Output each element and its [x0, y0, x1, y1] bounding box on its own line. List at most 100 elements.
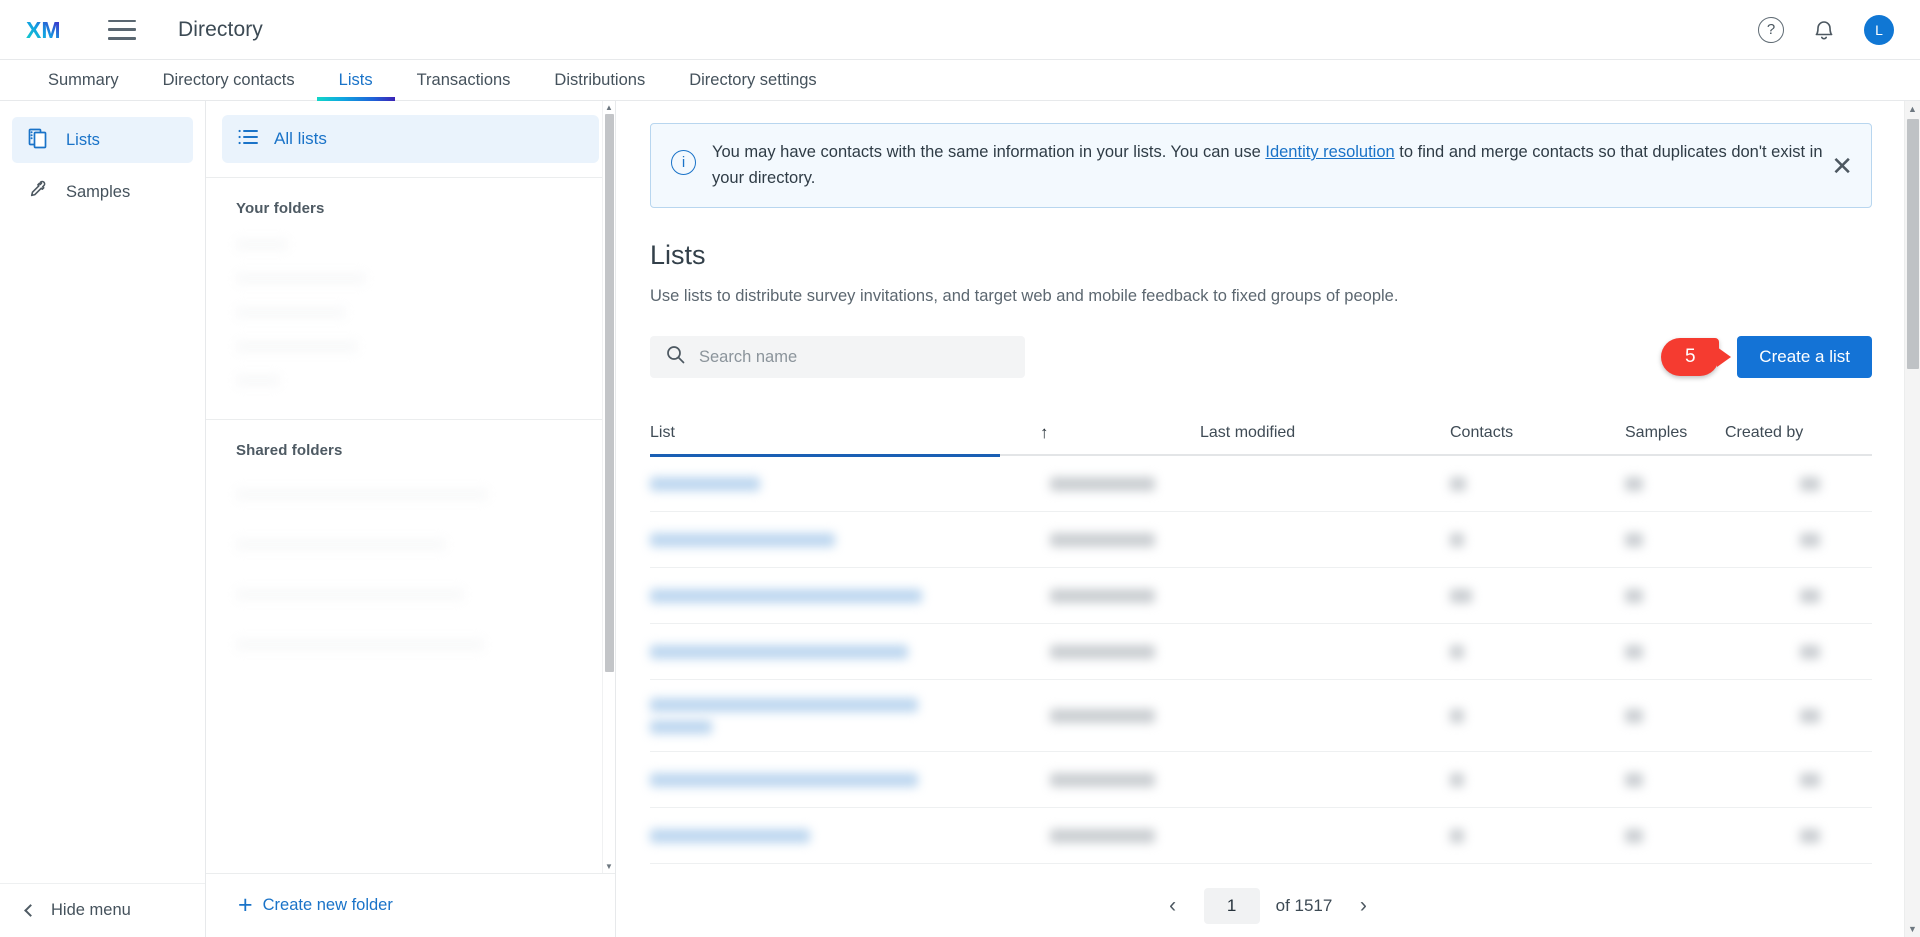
folder-name-redacted: [236, 237, 288, 251]
created-by-redacted: [1800, 708, 1820, 723]
notifications-bell-icon[interactable]: [1812, 17, 1836, 43]
table-row[interactable]: [650, 568, 1872, 625]
page-scroll-down-icon[interactable]: ▼: [1905, 921, 1920, 937]
tab-lists[interactable]: Lists: [316, 60, 395, 101]
cell-modified: [1050, 644, 1450, 659]
column-header-contacts[interactable]: Contacts: [1450, 424, 1625, 442]
column-header-samples[interactable]: Samples: [1625, 424, 1725, 442]
list-name-redacted: [650, 697, 918, 712]
cell-list[interactable]: [650, 532, 1050, 547]
main-inner: i You may have contacts with the same in…: [616, 123, 1920, 865]
tab-directory-settings[interactable]: Directory settings: [667, 60, 838, 100]
cell-created-by: [1800, 532, 1920, 547]
cell-samples: [1625, 532, 1800, 547]
table-row[interactable]: [650, 808, 1872, 865]
column-header-list[interactable]: List: [650, 424, 980, 442]
search-input[interactable]: [699, 347, 1009, 367]
rail-spacer: [0, 221, 205, 883]
folder-item[interactable]: [236, 295, 615, 329]
cell-list[interactable]: [650, 772, 1050, 787]
search-container[interactable]: [650, 336, 1025, 379]
tab-directory-contacts[interactable]: Directory contacts: [141, 60, 317, 100]
page-scrollbar[interactable]: ▲ ▼: [1904, 101, 1920, 937]
cell-list[interactable]: [650, 588, 1050, 603]
folder-item[interactable]: [236, 363, 615, 397]
column-header-created-by[interactable]: Created by: [1725, 424, 1905, 442]
sidebar-item-lists[interactable]: Lists: [12, 117, 193, 163]
modified-redacted: [1050, 588, 1155, 603]
lists-icon: [26, 126, 50, 155]
folder-item[interactable]: [236, 227, 615, 261]
table-row[interactable]: [650, 680, 1872, 753]
scrollbar-thumb[interactable]: [605, 114, 614, 672]
shared-folders-heading: Shared folders: [236, 442, 343, 459]
user-avatar[interactable]: L: [1864, 14, 1894, 45]
samples-redacted: [1625, 828, 1643, 843]
cell-list[interactable]: [650, 644, 1050, 659]
column-header-last-modified[interactable]: Last modified: [1200, 424, 1450, 442]
cell-list[interactable]: [650, 828, 1050, 843]
step-number: 5: [1685, 346, 1696, 368]
body-wrapper: Lists Samples Hide menu All lists Your f…: [0, 101, 1920, 937]
list-name-redacted: [650, 644, 908, 659]
create-new-folder-button[interactable]: + Create new folder: [206, 873, 615, 937]
sort-ascending-icon[interactable]: ↑: [980, 423, 1200, 443]
avatar-initial: L: [1875, 21, 1883, 38]
previous-page-button[interactable]: ‹: [1158, 891, 1188, 921]
hide-menu-button[interactable]: Hide menu: [0, 883, 205, 937]
contacts-redacted: [1450, 772, 1464, 787]
table-header-underline: [650, 454, 1872, 458]
contacts-redacted: [1450, 532, 1464, 547]
cell-list[interactable]: [650, 476, 1050, 491]
folder-name-redacted: [236, 487, 488, 501]
cell-samples: [1625, 644, 1800, 659]
folders-scrollbar[interactable]: ▲ ▼: [602, 101, 615, 873]
folders-scroll-area: All lists Your folders Shared folders ▲ …: [206, 101, 615, 873]
cell-list[interactable]: [650, 697, 1050, 734]
modified-redacted: [1050, 708, 1155, 723]
page-count-label: of 1517: [1275, 896, 1333, 915]
cell-contacts: [1450, 532, 1625, 547]
table-row[interactable]: [650, 456, 1872, 513]
tab-transactions[interactable]: Transactions: [395, 60, 533, 100]
table-row[interactable]: [650, 752, 1872, 809]
scroll-down-arrow-icon[interactable]: ▼: [603, 860, 615, 873]
all-lists-item[interactable]: All lists: [222, 115, 599, 163]
table-row[interactable]: [650, 624, 1872, 681]
next-page-button[interactable]: ›: [1348, 891, 1378, 921]
create-a-list-button[interactable]: Create a list: [1737, 336, 1872, 379]
shared-folder-item[interactable]: [236, 519, 615, 569]
shared-folder-item[interactable]: [236, 619, 615, 669]
cell-modified: [1050, 708, 1450, 723]
folder-item[interactable]: [236, 261, 615, 295]
help-icon[interactable]: ?: [1758, 16, 1784, 43]
column-label: Last modified: [1200, 424, 1296, 442]
banner-text: You may have contacts with the same info…: [712, 140, 1853, 191]
scroll-up-arrow-icon[interactable]: ▲: [603, 101, 615, 114]
folder-name-redacted: [236, 305, 346, 319]
xm-logo-icon[interactable]: XM: [26, 17, 72, 43]
page-number-input[interactable]: [1203, 888, 1260, 924]
page-scrollbar-thumb[interactable]: [1907, 119, 1919, 369]
shared-folder-item[interactable]: [236, 469, 615, 519]
table-row[interactable]: [650, 512, 1872, 569]
folder-item[interactable]: [236, 329, 615, 363]
identity-resolution-link[interactable]: Identity resolution: [1265, 143, 1394, 161]
main-content: i You may have contacts with the same in…: [616, 101, 1920, 937]
contacts-redacted: [1450, 588, 1472, 603]
cell-modified: [1050, 772, 1450, 787]
samples-redacted: [1625, 532, 1643, 547]
banner-close-icon[interactable]: ✕: [1831, 153, 1853, 179]
sidebar-item-label: Samples: [66, 182, 131, 201]
hamburger-menu-icon[interactable]: [108, 19, 136, 40]
top-bar: XM Directory ? L: [0, 0, 1920, 60]
sidebar-item-samples[interactable]: Samples: [12, 169, 193, 215]
page-subtitle: Use lists to distribute survey invitatio…: [650, 287, 1399, 306]
shared-folder-item[interactable]: [236, 569, 615, 619]
page-scroll-up-icon[interactable]: ▲: [1905, 101, 1920, 117]
folders-panel: All lists Your folders Shared folders ▲ …: [206, 101, 616, 937]
cell-contacts: [1450, 476, 1625, 491]
cell-contacts: [1450, 644, 1625, 659]
tab-summary[interactable]: Summary: [26, 60, 141, 100]
tab-distributions[interactable]: Distributions: [532, 60, 667, 100]
